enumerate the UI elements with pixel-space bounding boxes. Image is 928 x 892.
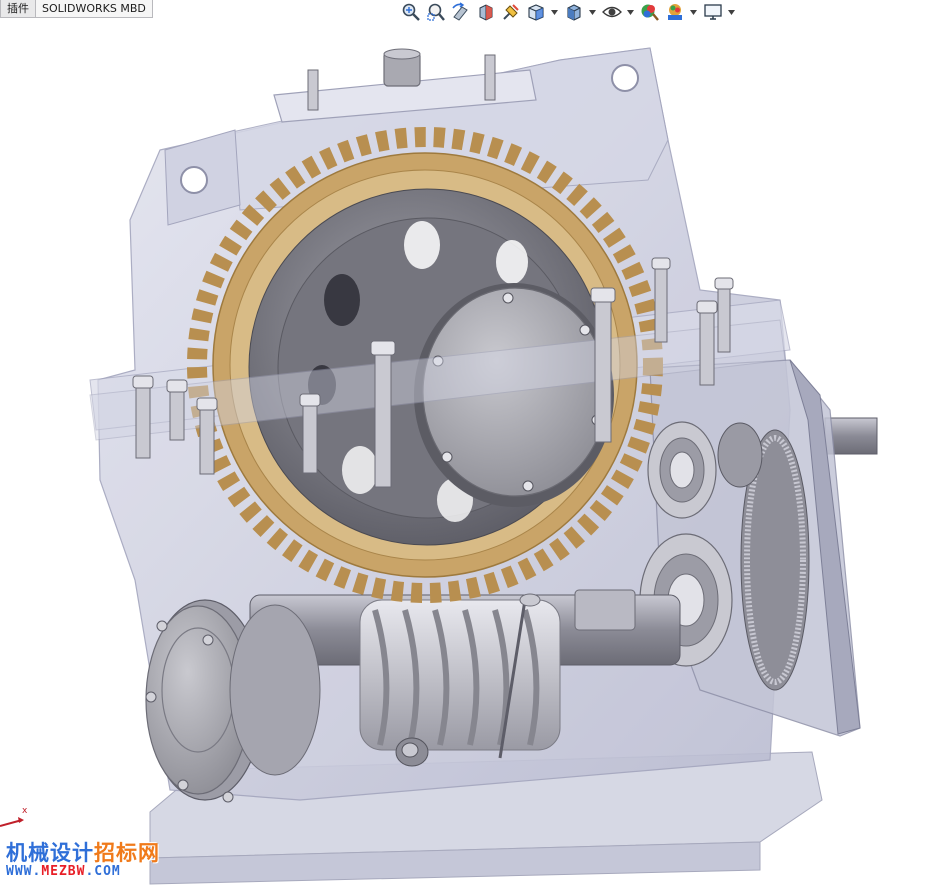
zoom-to-area-icon[interactable]	[425, 1, 447, 23]
watermark-url: WWW.MEZBW.COM	[6, 865, 160, 878]
view-settings-menu-caret[interactable]	[727, 1, 735, 23]
coordinate-triad: x	[0, 806, 30, 836]
hide-show-menu-caret[interactable]	[626, 1, 634, 23]
edit-appearance-icon[interactable]	[639, 1, 661, 23]
view-orientation-menu-caret[interactable]	[550, 1, 558, 23]
command-manager-tabs: 插件 SOLIDWORKS MBD	[0, 0, 153, 18]
display-style-menu-caret[interactable]	[588, 1, 596, 23]
hide-show-items-icon[interactable]	[601, 1, 623, 23]
previous-view-icon[interactable]	[450, 1, 472, 23]
drain-plug	[395, 737, 429, 767]
watermark-url-part2: MEZBW	[41, 864, 86, 879]
apply-scene-icon[interactable]	[664, 1, 686, 23]
watermark-title-part2: 招标网	[94, 840, 160, 865]
heads-up-view-toolbar	[400, 0, 740, 24]
tab-solidworks-mbd[interactable]: SOLIDWORKS MBD	[35, 0, 153, 18]
section-view-icon[interactable]	[475, 1, 497, 23]
apply-scene-menu-caret[interactable]	[689, 1, 697, 23]
site-watermark: 机械设计招标网 WWW.MEZBW.COM	[6, 842, 160, 878]
dynamic-annotation-icon[interactable]	[500, 1, 522, 23]
display-style-icon[interactable]	[563, 1, 585, 23]
bearing-upper	[647, 421, 717, 519]
watermark-url-part1: WWW.	[6, 864, 42, 879]
view-settings-icon[interactable]	[702, 1, 724, 23]
model-viewport[interactable]	[0, 0, 928, 892]
tab-plugins[interactable]: 插件	[0, 0, 36, 18]
watermark-title: 机械设计招标网	[6, 842, 160, 863]
watermark-url-part3: .COM	[85, 864, 121, 879]
view-orientation-icon[interactable]	[525, 1, 547, 23]
watermark-title-part1: 机械设计	[6, 840, 94, 865]
zoom-to-fit-icon[interactable]	[400, 1, 422, 23]
triad-x-label: x	[22, 806, 28, 816]
